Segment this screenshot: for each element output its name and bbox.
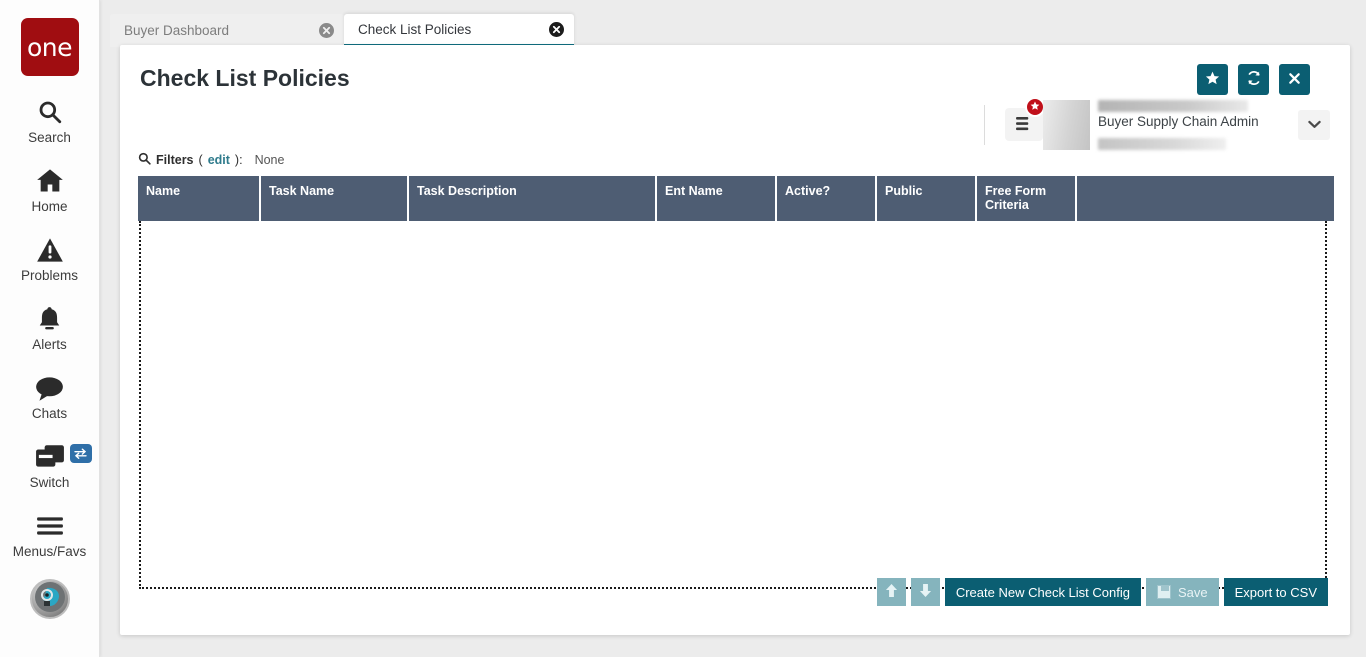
one-network-logo[interactable]: one <box>20 18 79 76</box>
floppy-disk-icon <box>1156 585 1171 599</box>
bell-icon <box>37 304 62 334</box>
hamburger-menu-icon <box>1015 116 1034 134</box>
column-header-task-description[interactable]: Task Description <box>408 176 657 221</box>
close-circle-icon[interactable] <box>549 21 564 37</box>
save-button[interactable]: Save <box>1145 578 1219 606</box>
search-icon <box>37 97 63 127</box>
save-button-label: Save <box>1177 584 1208 600</box>
check-list-policies-table: Name Task Name Task Description Ent Name… <box>138 176 1334 221</box>
column-header-free-form-criteria[interactable]: Free Form Criteria <box>976 176 1077 221</box>
logo-text: one <box>26 32 73 62</box>
filters-edit-link[interactable]: edit <box>208 153 230 167</box>
sidebar-item-label: Problems <box>20 268 79 283</box>
column-header-public[interactable]: Public <box>876 176 977 221</box>
column-header-ent-name[interactable]: Ent Name <box>656 176 777 221</box>
table-body-empty[interactable] <box>139 221 1327 589</box>
close-button[interactable] <box>1279 64 1310 95</box>
sidebar-item-alerts[interactable]: Alerts <box>0 304 100 352</box>
refresh-icon <box>1246 70 1262 89</box>
profile-head-icon <box>34 581 66 617</box>
warning-triangle-icon <box>36 235 64 265</box>
filters-bar: Filters ( edit): None <box>138 150 1334 170</box>
star-icon <box>1205 71 1220 89</box>
user-role-label: Buyer Supply Chain Admin <box>1098 114 1259 129</box>
filters-value: None <box>254 153 285 167</box>
status-badge[interactable] <box>1025 97 1045 117</box>
sidebar-item-label: Chats <box>31 406 68 421</box>
tab-label: Buyer Dashboard <box>124 23 230 38</box>
move-down-button[interactable] <box>910 578 940 606</box>
sidebar-item-label: Menus/Favs <box>12 544 87 559</box>
move-up-button[interactable] <box>876 578 906 606</box>
filters-paren-close: ): <box>234 153 243 167</box>
content-card: Check List Policies Buyer Supply Chain A… <box>120 45 1350 635</box>
user-info: Buyer Supply Chain Admin <box>1090 100 1280 150</box>
tab-buyer-dashboard[interactable]: Buyer Dashboard <box>110 14 344 47</box>
column-header-task-name[interactable]: Task Name <box>260 176 409 221</box>
application-window: one Search Home Problems Alerts Chats Sw… <box>0 0 1366 657</box>
user-avatar-placeholder <box>1043 100 1090 150</box>
export-button-label: Export to CSV <box>1234 584 1317 600</box>
favorite-button[interactable] <box>1197 64 1228 95</box>
sidebar-item-problems[interactable]: Problems <box>0 235 100 283</box>
swap-arrows-icon[interactable] <box>69 444 92 463</box>
grid-panel: Filters ( edit): None Name Task Name Task… <box>138 150 1334 589</box>
sidebar-item-menus-favs[interactable]: Menus/Favs <box>0 511 100 559</box>
sidebar-item-label: Search <box>28 130 71 145</box>
filters-paren-open: ( <box>198 153 203 167</box>
arrow-up-icon <box>885 583 898 601</box>
column-header-active[interactable]: Active? <box>776 176 877 221</box>
avatar[interactable] <box>29 579 70 619</box>
filters-label: Filters <box>156 153 194 167</box>
sidebar-item-label: Alerts <box>32 337 67 352</box>
column-header-spacer <box>1076 176 1334 221</box>
chevron-down-icon <box>1307 118 1321 132</box>
left-sidebar: one Search Home Problems Alerts Chats Sw… <box>0 0 100 657</box>
search-icon <box>138 152 151 168</box>
close-circle-icon[interactable] <box>319 23 334 38</box>
tab-strip: Buyer Dashboard Check List Policies <box>110 14 1350 47</box>
header-action-buttons <box>1197 64 1310 95</box>
sidebar-item-chats[interactable]: Chats <box>0 373 100 421</box>
hamburger-icon <box>36 511 64 541</box>
create-button-label: Create New Check List Config <box>955 584 1130 600</box>
footer-actions: Create New Check List Config Save Export… <box>876 578 1328 606</box>
page-title: Check List Policies <box>140 65 350 91</box>
header-divider <box>984 105 985 145</box>
switch-windows-icon <box>35 442 65 472</box>
sidebar-item-label: Switch <box>29 475 70 490</box>
sidebar-item-switch[interactable]: Switch <box>0 442 100 490</box>
create-new-check-list-config-button[interactable]: Create New Check List Config <box>944 578 1141 606</box>
x-icon <box>1288 72 1301 88</box>
user-menu-button[interactable] <box>1298 110 1330 140</box>
sidebar-item-label: Home <box>31 199 68 214</box>
arrow-down-icon <box>919 583 932 601</box>
table-header-row: Name Task Name Task Description Ent Name… <box>138 176 1334 221</box>
refresh-button[interactable] <box>1238 64 1269 95</box>
sidebar-item-search[interactable]: Search <box>0 97 100 145</box>
redacted-name-bar <box>1098 100 1248 112</box>
tab-check-list-policies[interactable]: Check List Policies <box>344 14 574 47</box>
redacted-org-bar <box>1098 138 1226 150</box>
column-header-name[interactable]: Name <box>138 176 261 221</box>
chat-bubble-icon <box>35 373 64 403</box>
home-icon <box>36 166 64 196</box>
tab-label: Check List Policies <box>358 21 472 37</box>
star-badge-icon <box>1030 100 1040 114</box>
user-profile[interactable]: Buyer Supply Chain Admin <box>1043 100 1330 150</box>
sidebar-item-home[interactable]: Home <box>0 166 100 214</box>
export-to-csv-button[interactable]: Export to CSV <box>1223 578 1328 606</box>
